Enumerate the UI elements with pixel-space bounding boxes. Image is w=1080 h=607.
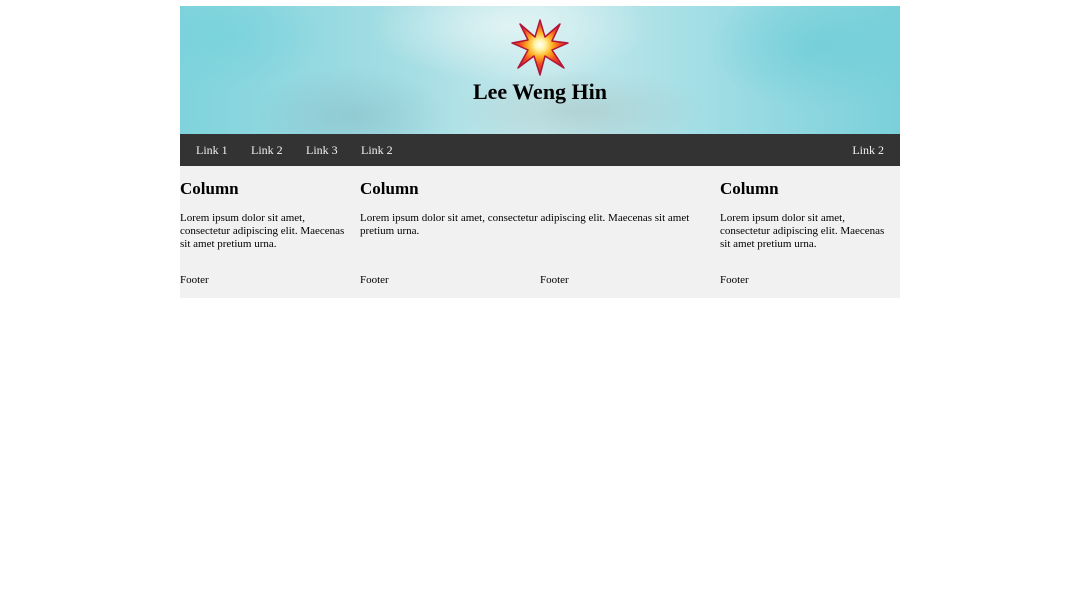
column-text: Lorem ipsum dolor sit amet, consectetur …	[180, 212, 345, 250]
nav-link-right[interactable]: Link 2	[852, 134, 884, 166]
page-container: Lee Weng Hin Link 1 Link 2 Link 3 Link 2…	[180, 6, 900, 298]
nav-link-2[interactable]: Link 2	[251, 134, 283, 166]
column-text: Lorem ipsum dolor sit amet, consectetur …	[720, 212, 885, 250]
main-content: Column Lorem ipsum dolor sit amet, conse…	[180, 166, 900, 298]
column-heading: Column	[720, 179, 779, 198]
nav-link-1[interactable]: Link 1	[196, 134, 228, 166]
top-navbar: Link 1 Link 2 Link 3 Link 2 Link 2	[180, 134, 900, 166]
column-text: Lorem ipsum dolor sit amet, consectetur …	[360, 212, 690, 237]
nav-link-4[interactable]: Link 2	[361, 134, 393, 166]
header-banner: Lee Weng Hin	[180, 6, 900, 134]
explosion-star-icon	[511, 19, 569, 76]
site-title: Lee Weng Hin	[472, 79, 608, 104]
footer-cell-2: Footer	[360, 274, 389, 286]
footer-cell-3: Footer	[540, 274, 569, 286]
footer-cell-4: Footer	[720, 274, 749, 286]
footer-cell-1: Footer	[180, 274, 209, 286]
column-heading: Column	[180, 179, 239, 198]
column-heading: Column	[360, 179, 419, 198]
nav-link-3[interactable]: Link 3	[306, 134, 338, 166]
